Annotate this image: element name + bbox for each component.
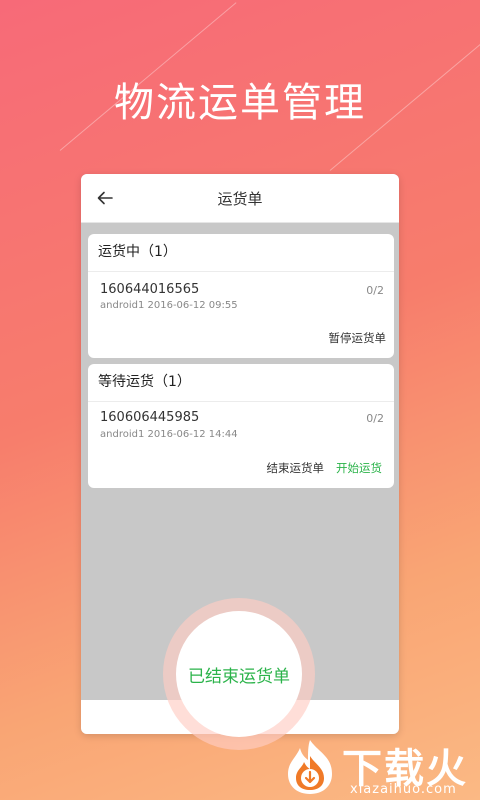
watermark-url: xiazaihuo.com [350, 782, 457, 797]
order-meta: android1 2016-06-12 14:44 [100, 429, 238, 440]
finished-orders-button[interactable]: 已结束运货单 [176, 611, 302, 737]
section-header: 等待运货（1） [88, 364, 394, 402]
order-number[interactable]: 160644016565 [100, 282, 199, 297]
end-order-button[interactable]: 结束运货单 [267, 460, 325, 476]
app-title: 运货单 [217, 190, 263, 208]
section-header: 运货中（1） [88, 234, 394, 272]
order-count: 0/2 [366, 412, 384, 425]
page-headline: 物流运单管理 [114, 80, 366, 126]
watermark: 下载火 xiazaihuo.com [282, 736, 480, 800]
start-shipping-button[interactable]: 开始运货 [336, 460, 382, 476]
order-number[interactable]: 160606445985 [100, 410, 199, 425]
order-count: 0/2 [366, 284, 384, 297]
pause-order-button[interactable]: 暂停运货单 [329, 330, 387, 346]
section-card-waiting: 等待运货（1） 160606445985 android1 2016-06-12… [88, 364, 394, 488]
flame-logo-icon [288, 740, 332, 794]
app-top-bar: 运货单 [81, 174, 399, 223]
section-card-shipping: 运货中（1） 160644016565 android1 2016-06-12 … [88, 234, 394, 358]
order-meta: android1 2016-06-12 09:55 [100, 300, 238, 311]
